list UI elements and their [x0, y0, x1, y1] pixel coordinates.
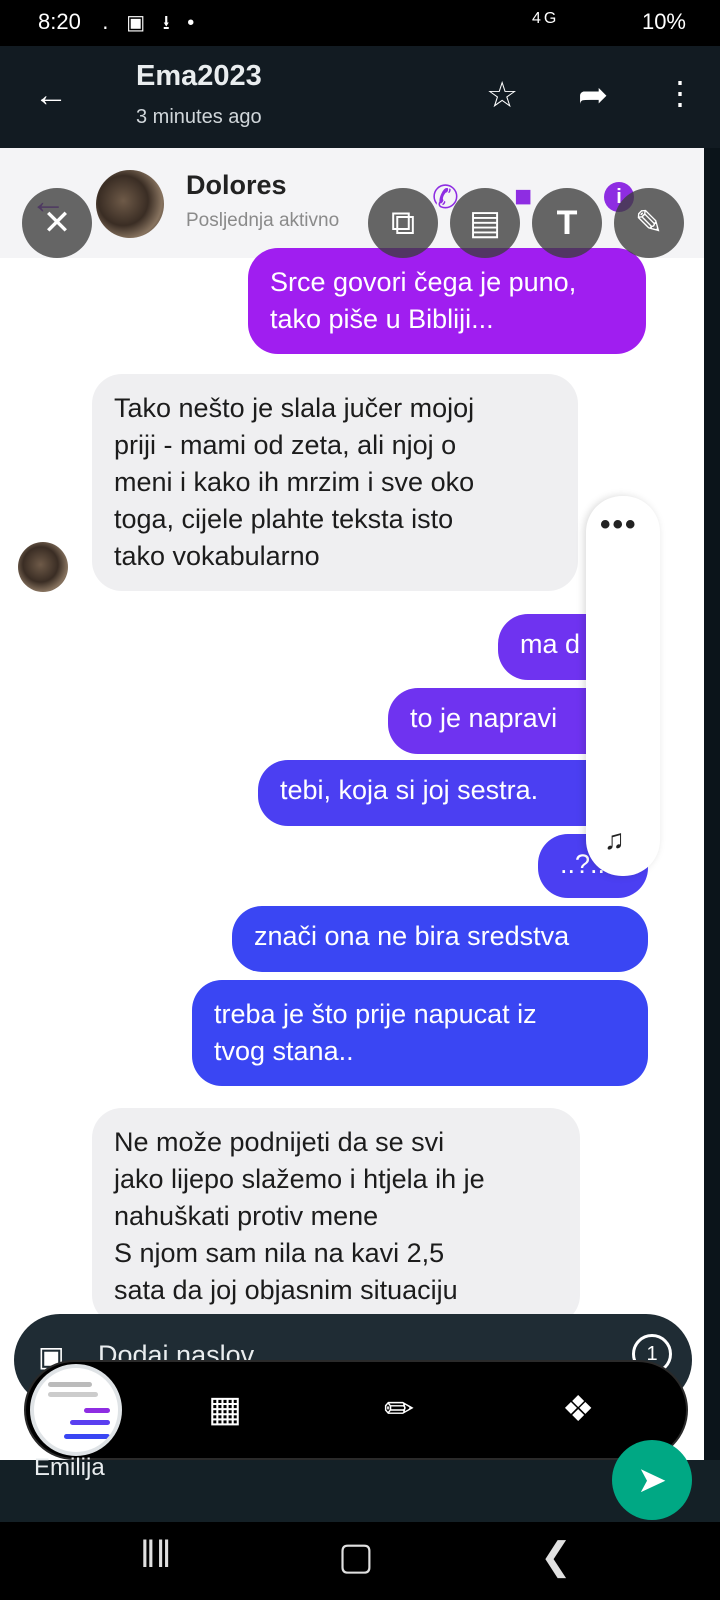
more-vertical-icon[interactable]: ⋮ — [664, 74, 696, 112]
message-line: Ne može podnijeti da se svi — [114, 1127, 445, 1157]
message-line: jako lijepo slažemo i htjela ih je — [114, 1164, 485, 1194]
message-line: tako piše u Bibliji... — [270, 304, 494, 334]
star-icon[interactable]: ☆ — [486, 74, 518, 116]
contact-status: Posljednja aktivno — [186, 210, 340, 231]
thumb-line — [84, 1408, 110, 1413]
send-icon[interactable]: ➤ — [612, 1440, 692, 1520]
message-avatar — [18, 542, 68, 592]
back-chevron-icon[interactable]: ❮ — [540, 1534, 572, 1579]
message-line: Tako nešto je slala jučer mojoj — [114, 393, 475, 423]
pencil-icon[interactable]: ✎ — [614, 188, 684, 258]
message-line: meni i kako ih mrzim i sve oko — [114, 467, 475, 497]
contact-avatar — [96, 170, 164, 238]
side-more-dots[interactable]: ••• — [600, 508, 638, 542]
message-line: Srce govori čega je puno, — [270, 267, 577, 297]
battery-level: 10% — [641, 9, 686, 34]
thumb-line — [64, 1434, 110, 1439]
message-line: priji - mami od zeta, ali njoj o — [114, 430, 457, 460]
side-reaction-panel[interactable] — [586, 496, 660, 876]
crop-edit-icon[interactable]: ✏ — [384, 1388, 414, 1430]
viewer-header — [0, 46, 720, 148]
image-thumbnail[interactable] — [30, 1364, 122, 1456]
message-line: toga, cijele plahte teksta isto — [114, 504, 454, 534]
music-note-icon[interactable]: ♫ — [604, 824, 625, 856]
thumb-line — [48, 1382, 92, 1387]
thumb-line — [48, 1392, 98, 1397]
message-line: treba je što prije napucat iz — [214, 999, 537, 1029]
close-icon[interactable]: ✕ — [22, 188, 92, 258]
message-bubble: Srce govori čega je puno, tako piše u Bi… — [248, 248, 646, 354]
message-line: sata da joj objasnim situaciju — [114, 1275, 458, 1305]
recipient-row — [0, 1460, 720, 1522]
home-icon[interactable]: ▢ — [338, 1534, 374, 1579]
share-arrow-icon[interactable]: ➦ — [578, 74, 608, 116]
network-indicator: 4G — [532, 10, 560, 27]
sticker-icon[interactable]: ▤ — [450, 188, 520, 258]
scan-icon[interactable]: ▦ — [208, 1388, 242, 1430]
message-bubble: znači ona ne bira sredstva — [232, 906, 648, 972]
thumb-line — [70, 1420, 110, 1425]
arrow-left-icon[interactable]: ← — [34, 76, 68, 115]
recipient-name: Emilija — [34, 1454, 105, 1481]
message-line: tebi, koja si joj sestra. — [280, 775, 539, 805]
sent-time: 3 minutes ago — [136, 106, 262, 128]
text-icon[interactable]: T — [532, 188, 602, 258]
notification-icons: ․ ▣ ⭳ • — [102, 12, 201, 34]
crop-rotate-icon[interactable]: ⧉ — [368, 188, 438, 258]
contact-name: Dolores — [186, 170, 287, 200]
share-icon[interactable]: ❖ — [562, 1388, 594, 1430]
status-time: 8:20 — [38, 9, 81, 34]
message-line: znači ona ne bira sredstva — [254, 921, 570, 951]
message-line: S njom sam nila na kavi 2,5 — [114, 1238, 445, 1268]
message-line: tvog stana.. — [214, 1036, 354, 1066]
message-bubble: treba je što prije napucat iz tvog stana… — [192, 980, 648, 1086]
message-line: nahuškati protiv mene — [114, 1201, 379, 1231]
recents-icon[interactable]: ‖‖ — [140, 1534, 171, 1577]
sender-name: Ema2023 — [136, 60, 262, 92]
message-bubble: Tako nešto je slala jučer mojoj priji - … — [92, 374, 578, 591]
message-bubble: Ne može podnijeti da se svi jako lijepo … — [92, 1108, 580, 1325]
message-line: tako vokabularno — [114, 541, 320, 571]
